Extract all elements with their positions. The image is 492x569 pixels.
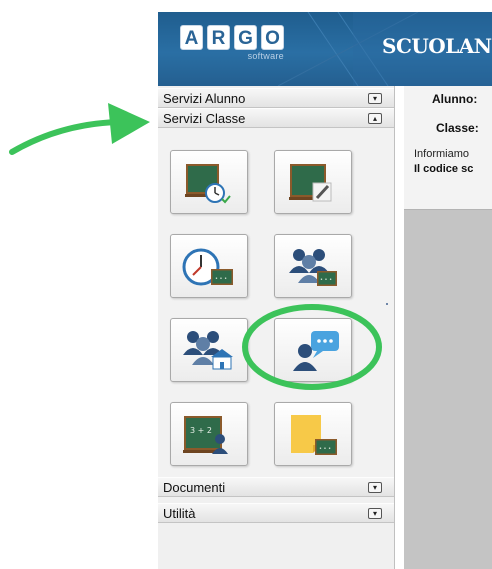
svg-text:• • •: • • •: [215, 276, 227, 282]
alunno-label: Alunno:: [432, 92, 478, 106]
clock-blackboard-icon: • • •: [182, 248, 233, 286]
arrow-shaft: [9, 119, 121, 155]
separator-dot: [386, 303, 388, 305]
section-servizi-classe[interactable]: Servizi Classe ▴: [158, 108, 394, 128]
tile-voti[interactable]: 3 + 2: [170, 402, 248, 466]
arrow-head-icon: [108, 103, 150, 144]
tile-promemoria[interactable]: • • •: [274, 402, 352, 466]
logo-subtitle: software: [247, 51, 284, 61]
info-text: Informiamo: [414, 148, 470, 160]
expand-icon[interactable]: ▾: [368, 482, 382, 493]
svg-text:3 + 2: 3 + 2: [190, 426, 212, 435]
section-label: Documenti: [163, 480, 226, 495]
tile-scuola[interactable]: [170, 318, 248, 382]
svg-text:• • •: • • •: [320, 277, 332, 283]
blackboard-clock-icon: [185, 164, 231, 204]
group-blackboard-icon: • • •: [289, 249, 337, 286]
sidebar: Servizi Alunno ▾ Servizi Classe ▴ • • • …: [158, 86, 395, 569]
collapse-icon[interactable]: ▴: [368, 113, 382, 124]
sticky-note-blackboard-icon: • • •: [291, 415, 337, 455]
codice-text: Il codice sc: [414, 163, 474, 175]
app-header: A R G O software SCUOLANE: [158, 12, 492, 86]
student-info-panel: Alunno: Classe: Informiamo Il codice sc: [404, 86, 492, 210]
blackboard-pencil-icon: [289, 164, 332, 202]
servizi-classe-panel: • • • • • • 3 + 2 • • •: [158, 128, 394, 478]
tile-registro-classe[interactable]: [274, 150, 352, 214]
main-content: Alunno: Classe: Informiamo Il codice sc: [404, 86, 492, 569]
person-speech-bubble-icon: [293, 331, 339, 371]
logo-letter: A: [180, 25, 203, 50]
classe-label: Classe:: [436, 121, 479, 135]
app-title: SCUOLANE: [382, 34, 492, 58]
expand-icon[interactable]: ▾: [368, 93, 382, 104]
expand-icon[interactable]: ▾: [368, 508, 382, 519]
tile-orario[interactable]: • • •: [170, 234, 248, 298]
argo-logo: A R G O software: [180, 25, 284, 61]
group-school-icon: [183, 331, 233, 370]
blackboard-math-person-icon: 3 + 2: [183, 416, 228, 454]
section-servizi-alunno[interactable]: Servizi Alunno ▾: [158, 88, 394, 108]
logo-letter: G: [234, 25, 257, 50]
tile-bacheca[interactable]: [274, 318, 352, 382]
tile-alunni[interactable]: • • •: [274, 234, 352, 298]
logo-letter: R: [207, 25, 230, 50]
section-label: Utilità: [163, 506, 196, 521]
section-documenti[interactable]: Documenti ▾: [158, 477, 394, 497]
logo-letter: O: [261, 25, 284, 50]
section-utilita[interactable]: Utilità ▾: [158, 503, 394, 523]
section-label: Servizi Classe: [163, 111, 246, 126]
section-label: Servizi Alunno: [163, 91, 246, 106]
svg-text:• • •: • • •: [319, 446, 331, 452]
tile-registro-docente[interactable]: [170, 150, 248, 214]
